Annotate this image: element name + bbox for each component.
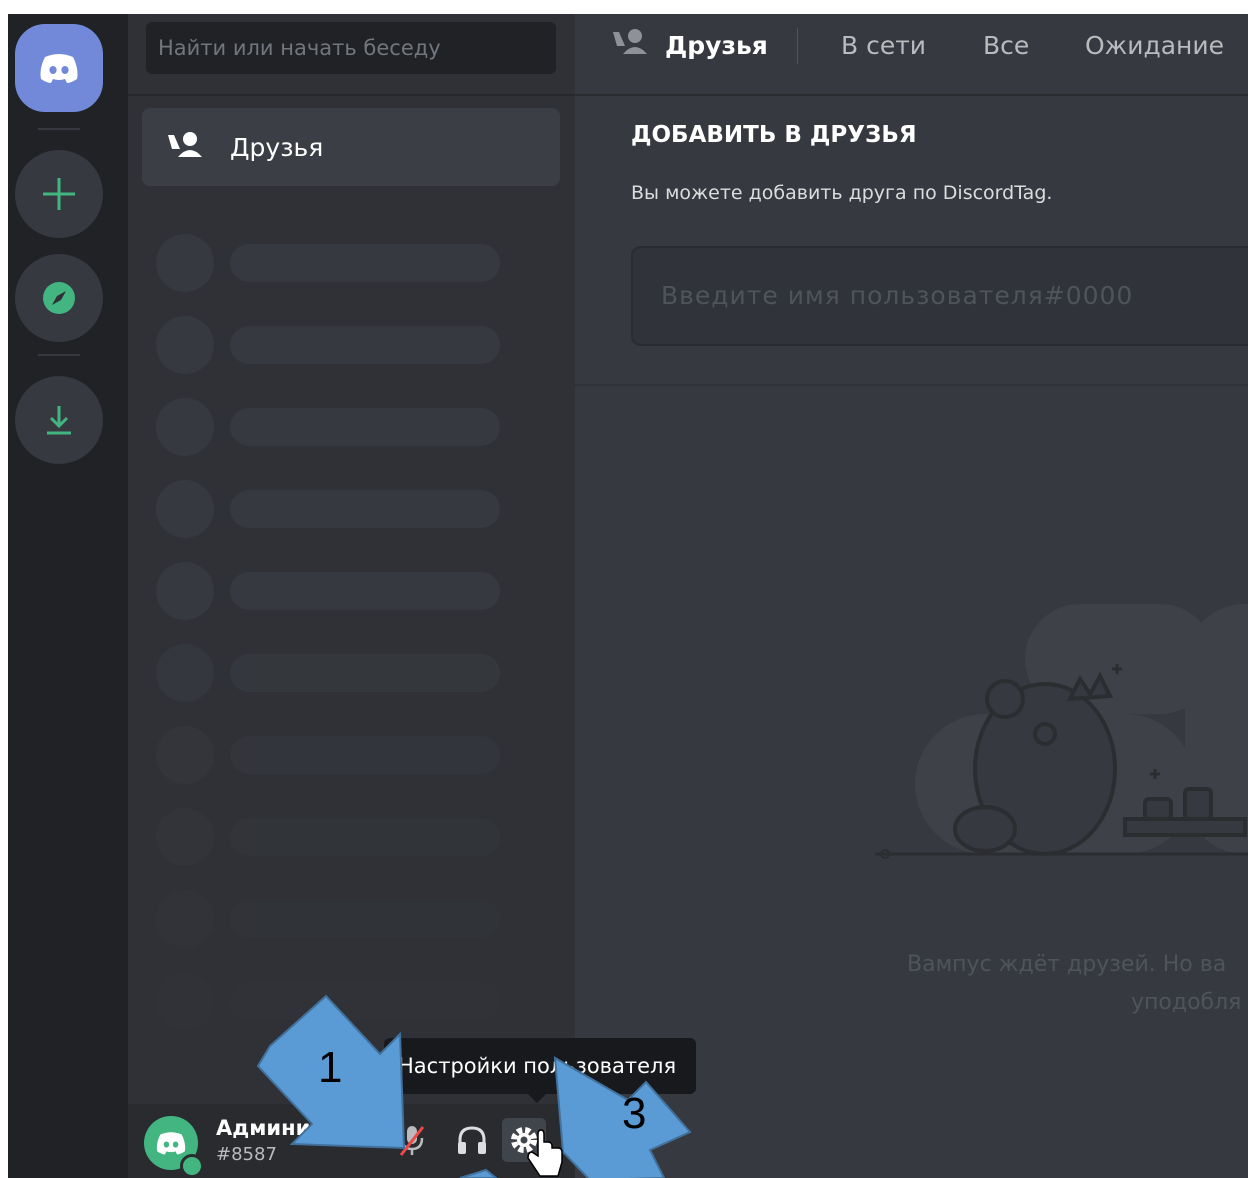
wumpus-illustration (875, 604, 1248, 859)
friends-main-panel: Друзья В сети Все Ожидание ДОБАВИТЬ В ДР… (575, 14, 1248, 1178)
empty-state-text: Вампус ждёт друзей. Но ва (907, 952, 1227, 977)
compass-icon (43, 282, 75, 314)
gear-icon (511, 1127, 537, 1153)
username: Администр... (216, 1116, 374, 1140)
deafen-button[interactable] (450, 1118, 494, 1162)
dm-placeholder (156, 972, 556, 1030)
mic-muted-icon (399, 1126, 425, 1156)
online-status-dot (180, 1154, 204, 1178)
add-server-button[interactable] (15, 150, 103, 238)
server-rail (8, 14, 128, 1178)
home-button[interactable] (15, 24, 103, 112)
friends-header: Друзья В сети Все Ожидание (575, 14, 1248, 96)
friends-wave-icon (613, 29, 647, 54)
dm-placeholder (156, 234, 556, 292)
download-icon (47, 406, 71, 435)
mute-button[interactable] (390, 1118, 434, 1162)
explore-servers-button[interactable] (15, 254, 103, 342)
download-apps-button[interactable] (15, 376, 103, 464)
friends-wave-icon (168, 132, 202, 157)
discord-logo-icon (156, 1132, 186, 1155)
search-input[interactable]: Найти или начать беседу (146, 22, 556, 74)
plus-icon (43, 178, 75, 210)
settings-tooltip: Настройки пользователя (384, 1038, 696, 1094)
app-window: Найти или начать беседу Друзья Администр… (8, 14, 1248, 1178)
dm-placeholder (156, 808, 556, 866)
user-settings-button[interactable] (502, 1118, 546, 1162)
dm-placeholder (156, 480, 556, 538)
page-title: Друзья (665, 31, 768, 60)
tooltip-arrow (528, 1094, 546, 1103)
headphones-icon (458, 1126, 486, 1154)
tab-pending[interactable]: Ожидание (1085, 28, 1224, 64)
empty-state-text: уподобля (1131, 990, 1242, 1015)
sidebar-item-label: Друзья (230, 132, 324, 162)
dm-placeholder (156, 562, 556, 620)
user-panel: Администр... #8587 (128, 1104, 575, 1178)
sidebar-divider (128, 94, 575, 96)
dm-placeholder (156, 316, 556, 374)
dm-placeholder (156, 726, 556, 784)
rail-separator (38, 128, 80, 130)
section-divider (575, 384, 1248, 386)
tab-all[interactable]: Все (983, 28, 1029, 64)
header-divider (797, 28, 798, 64)
add-friend-description: Вы можете добавить друга по DiscordTag. (631, 182, 1053, 204)
rail-separator (38, 354, 80, 356)
sidebar-item-friends[interactable]: Друзья (142, 108, 560, 186)
tab-online[interactable]: В сети (841, 28, 926, 64)
dm-placeholder (156, 644, 556, 702)
dm-placeholder (156, 398, 556, 456)
add-friend-input[interactable]: Введите имя пользователя#0000 (631, 246, 1248, 346)
dm-placeholder (156, 890, 556, 948)
add-friend-title: ДОБАВИТЬ В ДРУЗЬЯ (631, 122, 917, 148)
dm-sidebar: Найти или начать беседу Друзья Администр… (128, 14, 575, 1178)
discord-logo-icon (40, 54, 78, 83)
user-tag: #8587 (216, 1144, 277, 1165)
